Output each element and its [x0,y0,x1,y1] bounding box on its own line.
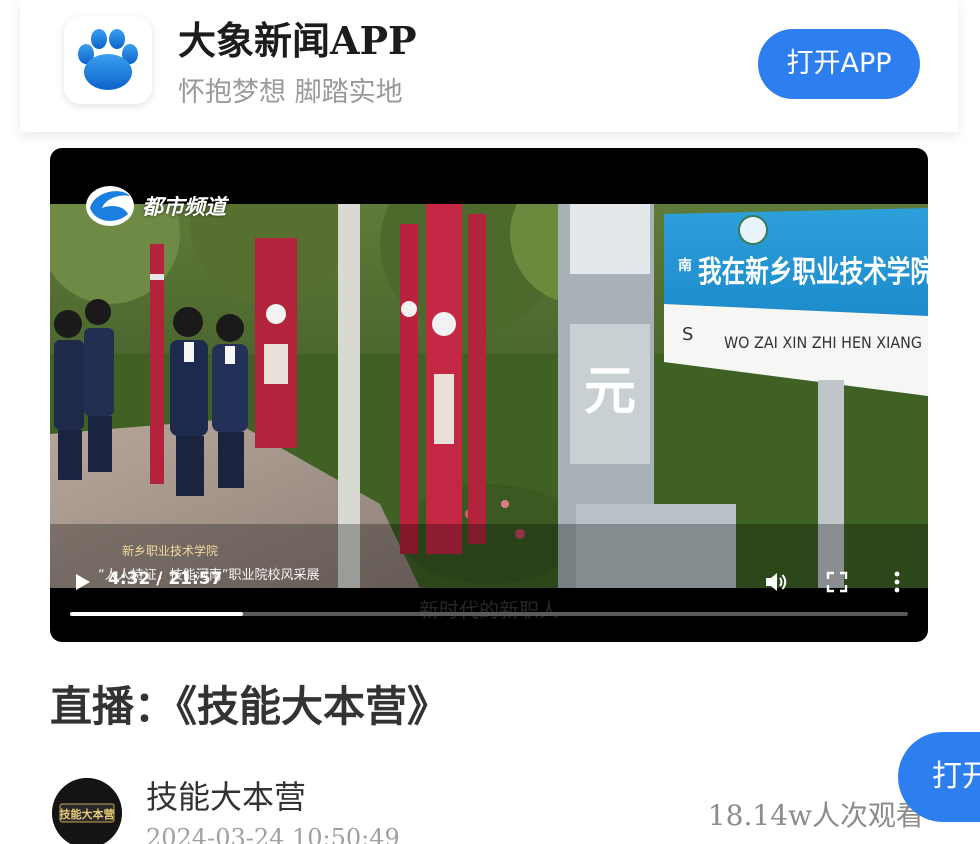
paw-icon [78,29,138,90]
author-name[interactable]: 技能大本营 [146,776,306,818]
fullscreen-icon[interactable] [826,571,848,593]
video-player[interactable]: 元 南 我在新乡职业技术学院 S WO ZAI XIN ZHI HEN XIAN… [50,148,928,642]
progress-bar[interactable] [70,612,908,616]
sign-arrow-text: 南 [678,257,692,274]
app-slogan: 怀抱梦想 脚踏实地 [178,77,403,108]
sign-letter: S [682,324,693,345]
app-download-banner: 大象新闻APP 怀抱梦想 脚踏实地 打开APP [20,0,958,132]
progress-fill [70,612,244,616]
live-title: 直播：《技能大本营》 [50,682,450,731]
play-icon[interactable] [72,572,92,592]
more-vertical-icon[interactable] [886,570,908,594]
publish-time: 2024-03-24 10:50:49 [146,824,400,844]
school-caption: 新乡职业技术学院 [122,544,219,558]
avatar-text: 技能大本营 [60,807,115,821]
app-name: 大象新闻APP [178,18,417,63]
app-logo [64,16,152,104]
view-count: 18.14w人次观看 [707,799,924,832]
volume-icon[interactable] [764,570,790,594]
video-subtitle: 新时代的新职人 [419,598,559,622]
avatar-image: 技能大本营 [52,778,122,844]
channel-logo: 都市频道 [84,184,226,228]
avatar[interactable]: 技能大本营 [52,778,122,844]
sign-main-text: 我在新乡职业技术学院 [698,255,928,290]
video-scene: 元 南 我在新乡职业技术学院 S WO ZAI XIN ZHI HEN XIAN… [50,204,928,588]
channel-name: 都市频道 [142,195,226,219]
pillar-character: 元 [584,362,636,422]
sign-pinyin-text: WO ZAI XIN ZHI HEN XIANG [724,333,922,352]
time-display: 4:32 / 21:57 [108,569,223,589]
floating-open-app-button[interactable]: 打开 [898,732,980,822]
video-frame[interactable]: 元 南 我在新乡职业技术学院 S WO ZAI XIN ZHI HEN XIAN… [50,204,928,588]
open-app-button[interactable]: 打开APP [758,29,920,99]
page: 大象新闻APP 怀抱梦想 脚踏实地 打开APP 元 南 我在新乡职业技术学院 S… [0,0,980,844]
henan-tv-logo-icon [86,186,134,226]
